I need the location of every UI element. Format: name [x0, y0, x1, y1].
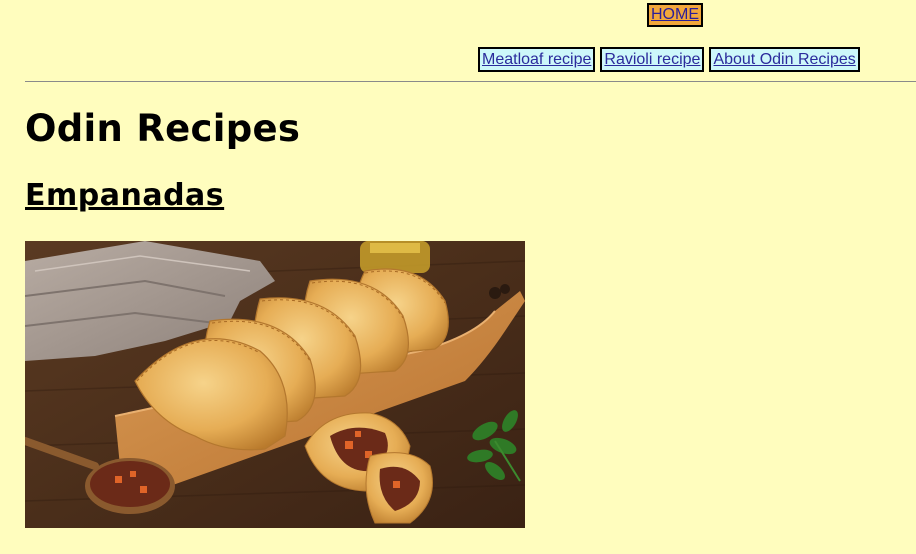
nav-link-ravioli[interactable]: Ravioli recipe [600, 47, 705, 72]
recipe-title: Empanadas [25, 178, 225, 213]
empanadas-photo [25, 241, 525, 528]
recipe-nav: Meatloaf recipe Ravioli recipe About Odi… [478, 47, 860, 72]
home-link[interactable]: HOME [647, 3, 703, 27]
nav-link-meatloaf[interactable]: Meatloaf recipe [478, 47, 596, 72]
page: HOME Meatloaf recipe Ravioli recipe Abou… [0, 0, 916, 554]
header-divider [25, 81, 916, 82]
page-title: Odin Recipes [25, 107, 301, 150]
nav-link-about[interactable]: About Odin Recipes [709, 47, 860, 72]
